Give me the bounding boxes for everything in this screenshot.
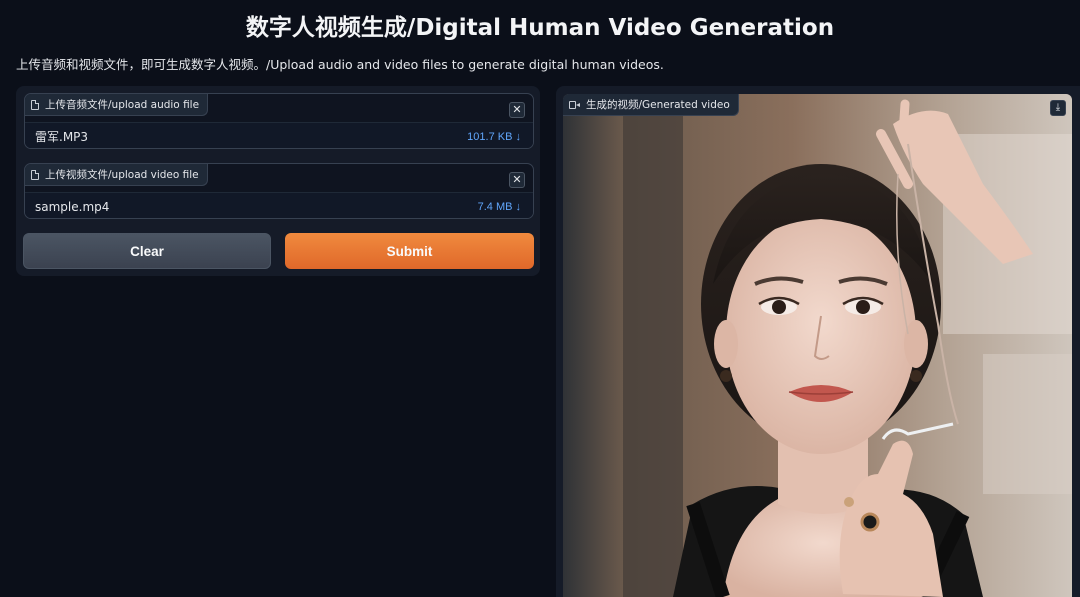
- video-file-download-link[interactable]: 7.4 MB ↓: [478, 201, 521, 213]
- generated-video-player[interactable]: [563, 94, 1072, 597]
- audio-remove-button[interactable]: ✕: [509, 102, 525, 118]
- input-panel: 上传音频文件/upload audio file ✕ 雷军.MP3 101.7 …: [16, 86, 540, 276]
- file-icon: [31, 99, 39, 110]
- video-frame-image: [563, 94, 1072, 597]
- output-panel: 生成的视频/Generated video ⤓: [556, 86, 1080, 597]
- video-remove-button[interactable]: ✕: [509, 172, 525, 188]
- video-file-row: sample.mp4 7.4 MB ↓: [25, 192, 533, 218]
- app-page: 数字人视频生成/Digital Human Video Generation 上…: [0, 0, 1080, 597]
- audio-file-row: 雷军.MP3 101.7 KB ↓: [25, 122, 533, 148]
- audio-upload-label: 上传音频文件/upload audio file: [25, 94, 209, 116]
- page-description: 上传音频和视频文件，即可生成数字人视频。/Upload audio and vi…: [16, 57, 664, 72]
- video-camera-icon: [569, 100, 580, 109]
- audio-upload[interactable]: 上传音频文件/upload audio file ✕ 雷军.MP3 101.7 …: [24, 93, 534, 149]
- audio-file-download-link[interactable]: 101.7 KB ↓: [467, 131, 521, 143]
- output-video-label: 生成的视频/Generated video: [563, 94, 739, 116]
- output-video-label-text: 生成的视频/Generated video: [586, 99, 730, 111]
- clear-button[interactable]: Clear: [23, 233, 271, 269]
- download-icon[interactable]: ⤓: [1050, 100, 1066, 116]
- video-upload[interactable]: 上传视频文件/upload video file ✕ sample.mp4 7.…: [24, 163, 534, 219]
- page-title: 数字人视频生成/Digital Human Video Generation: [245, 15, 835, 41]
- audio-upload-label-text: 上传音频文件/upload audio file: [45, 99, 200, 111]
- file-icon: [31, 169, 39, 180]
- submit-button[interactable]: Submit: [285, 233, 534, 269]
- audio-file-name: 雷军.MP3: [35, 130, 89, 144]
- video-file-name: sample.mp4: [35, 199, 110, 214]
- video-upload-label: 上传视频文件/upload video file: [25, 164, 208, 186]
- video-upload-label-text: 上传视频文件/upload video file: [45, 169, 199, 181]
